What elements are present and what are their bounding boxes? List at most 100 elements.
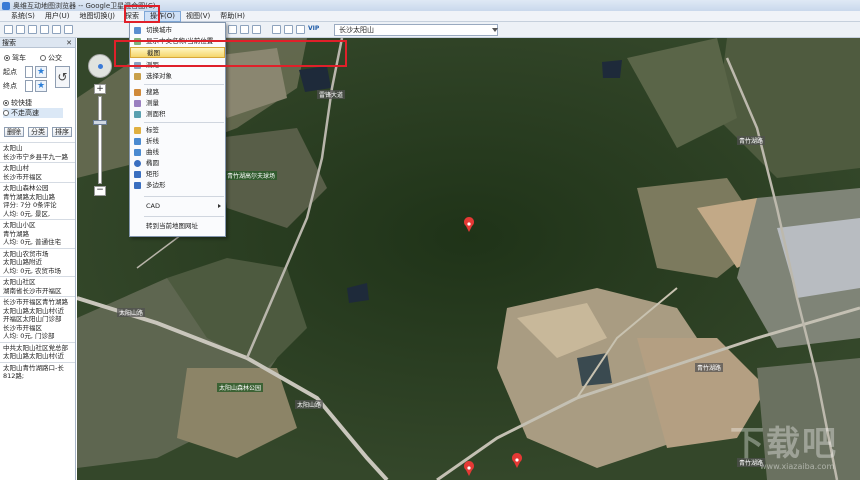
- list-item[interactable]: 太阳山森林公园 青竹湖路太阳山路 评分: 7分 0条评论 人均: 0元, 景区,: [0, 182, 75, 219]
- list-item[interactable]: 中共太阳山社区党总部 太阳山路太阳山村(近: [0, 341, 75, 362]
- menu-item-cad[interactable]: CAD: [130, 201, 225, 212]
- menu-item-switch-city[interactable]: 切换城市: [130, 25, 225, 36]
- list-item[interactable]: 太阳山 长沙市宁乡县平九一路: [0, 142, 75, 162]
- map-label: 青竹湖高尔夫球场: [225, 171, 278, 180]
- zoom-slider-thumb[interactable]: [93, 120, 107, 125]
- end-label: 终点: [3, 82, 17, 90]
- menu-item-measure[interactable]: 测量: [130, 98, 225, 109]
- swap-route-icon[interactable]: ↺: [55, 66, 70, 88]
- end-favorite-icon[interactable]: ★: [35, 80, 47, 92]
- mode-bus-label: 公交: [48, 54, 62, 62]
- menu-item-goto-url[interactable]: 转到当前地图网址: [130, 221, 225, 232]
- radio-fast[interactable]: [3, 100, 9, 106]
- menu-item-polygon[interactable]: 多边形: [130, 180, 225, 191]
- list-item[interactable]: 太阳山小区 青竹湖路 人均: 0元, 普通住宅: [0, 219, 75, 248]
- menu-item-curve[interactable]: 曲线: [130, 147, 225, 158]
- category-button[interactable]: 分类: [28, 127, 48, 137]
- opt-fast[interactable]: 较快捷: [3, 98, 32, 108]
- delete-button[interactable]: 删除: [4, 127, 24, 137]
- menu-item-search-road[interactable]: 搜路: [130, 87, 225, 98]
- start-input[interactable]: [25, 66, 33, 78]
- toolbar-grid-icon[interactable]: [284, 25, 293, 34]
- end-row: 终点 ★: [3, 80, 47, 92]
- menu-separator: [144, 196, 224, 197]
- end-input[interactable]: [25, 80, 33, 92]
- search-results: 太阳山 长沙市宁乡县平九一路 太阳山村 长沙市开福区 太阳山森林公园 青竹湖路太…: [0, 142, 75, 382]
- toolbar-globe-icon[interactable]: [272, 25, 281, 34]
- city-icon: [134, 27, 141, 34]
- list-item[interactable]: 太阳山青竹湖路口-长 812路;: [0, 361, 75, 382]
- sort-button[interactable]: 排序: [52, 127, 72, 137]
- list-item[interactable]: 长沙市开福区青竹湖路 太阳山路太阳山村(近 开福区太阳山门诊部 长沙市开福区 人…: [0, 296, 75, 342]
- toolbar-forward-icon[interactable]: [16, 25, 25, 34]
- mode-bus[interactable]: 公交: [40, 53, 62, 63]
- mode-drive[interactable]: 驾车: [4, 53, 26, 63]
- menu-item-select-object[interactable]: 选择对象: [130, 71, 225, 82]
- toolbar-route-icon[interactable]: [64, 25, 73, 34]
- watermark-url: www.xiazaiba.com: [760, 462, 835, 471]
- menu-user[interactable]: 用户(U): [40, 11, 75, 22]
- menu-item-ellipse[interactable]: 椭圆: [130, 158, 225, 169]
- select-icon: [134, 73, 141, 80]
- zoom-out-button[interactable]: −: [94, 186, 106, 196]
- list-item[interactable]: 太阳山社区 湖南省长沙市开福区: [0, 276, 75, 296]
- menu-item-polyline[interactable]: 折线: [130, 136, 225, 147]
- toolbar-link-icon[interactable]: [252, 25, 261, 34]
- watermark-logo: 下载吧: [730, 424, 838, 464]
- radio-bus[interactable]: [40, 55, 46, 61]
- menu-item-rectangle[interactable]: 矩形: [130, 169, 225, 180]
- address-dropdown-icon[interactable]: [492, 28, 498, 32]
- zoom-control: + −: [88, 54, 112, 196]
- road-label: 太阳山路: [117, 308, 146, 317]
- menu-view[interactable]: 视图(V): [181, 11, 215, 22]
- opt-nohighway[interactable]: 不走高速: [3, 108, 63, 118]
- menu-system[interactable]: 系统(S): [6, 11, 40, 22]
- pan-control[interactable]: [88, 54, 112, 78]
- menu-item-label[interactable]: 标签: [130, 125, 225, 136]
- menu-map-switch[interactable]: 地图切换(J): [75, 11, 121, 22]
- opt-fast-label: 较快捷: [11, 99, 32, 107]
- start-row: 起点 ★: [3, 66, 47, 78]
- toolbar-search-icon[interactable]: [28, 25, 37, 34]
- highlight-box-menu: [124, 5, 160, 23]
- road-label: 雷锋大道: [317, 90, 346, 99]
- zoom-slider[interactable]: [98, 96, 102, 184]
- menu-item-measure-area[interactable]: 测面积: [130, 109, 225, 120]
- list-item[interactable]: 太阳山村 长沙市开福区: [0, 162, 75, 182]
- start-favorite-icon[interactable]: ★: [35, 66, 47, 78]
- toolbar-user-icon[interactable]: [296, 25, 305, 34]
- road-label: 青竹湖路: [737, 136, 766, 145]
- address-input[interactable]: 长沙太阳山: [334, 24, 498, 36]
- toolbar-back-icon[interactable]: [4, 25, 13, 34]
- list-item[interactable]: 太阳山农贸市场 太阳山路附近 人均: 0元, 农贸市场: [0, 247, 75, 277]
- highlight-box-screenshot: [114, 40, 347, 67]
- toolbar-print-icon[interactable]: [240, 25, 249, 34]
- start-label: 起点: [3, 68, 17, 76]
- opt-nohighway-label: 不走高速: [11, 109, 39, 117]
- sidebar-buttons: 删除 分类 排序: [4, 127, 72, 137]
- toolbar-layer-icon[interactable]: [40, 25, 49, 34]
- tag-icon: [134, 127, 141, 134]
- rectangle-icon: [134, 171, 141, 178]
- mode-drive-label: 驾车: [12, 54, 26, 62]
- area-icon: [134, 111, 141, 118]
- road-label: 青竹湖路: [695, 363, 724, 372]
- map-label: 太阳山森林公园: [217, 383, 264, 392]
- radio-drive[interactable]: [4, 55, 10, 61]
- menu-separator: [144, 84, 224, 85]
- zoom-in-button[interactable]: +: [94, 84, 106, 94]
- toolbar-marker-icon[interactable]: [52, 25, 61, 34]
- radio-nohighway[interactable]: [3, 110, 9, 116]
- ellipse-icon: [134, 160, 141, 167]
- road-icon: [134, 89, 141, 96]
- sidebar-header: 搜索: [0, 38, 75, 48]
- toolbar-ruler-icon[interactable]: [228, 25, 237, 34]
- pan-center-icon[interactable]: [98, 64, 103, 69]
- search-sidebar: 搜索 ✕ 驾车 公交 起点 ★ 终点 ★ ↺ 较快捷 不走高速 删除 分类 排序…: [0, 38, 76, 480]
- close-icon[interactable]: ✕: [66, 39, 72, 47]
- menu-help[interactable]: 帮助(H): [215, 11, 250, 22]
- road-label: 太阳山路: [295, 400, 324, 409]
- menu-separator: [144, 216, 224, 217]
- submenu-arrow-icon: [218, 204, 221, 208]
- vip-badge[interactable]: VIP: [308, 25, 319, 32]
